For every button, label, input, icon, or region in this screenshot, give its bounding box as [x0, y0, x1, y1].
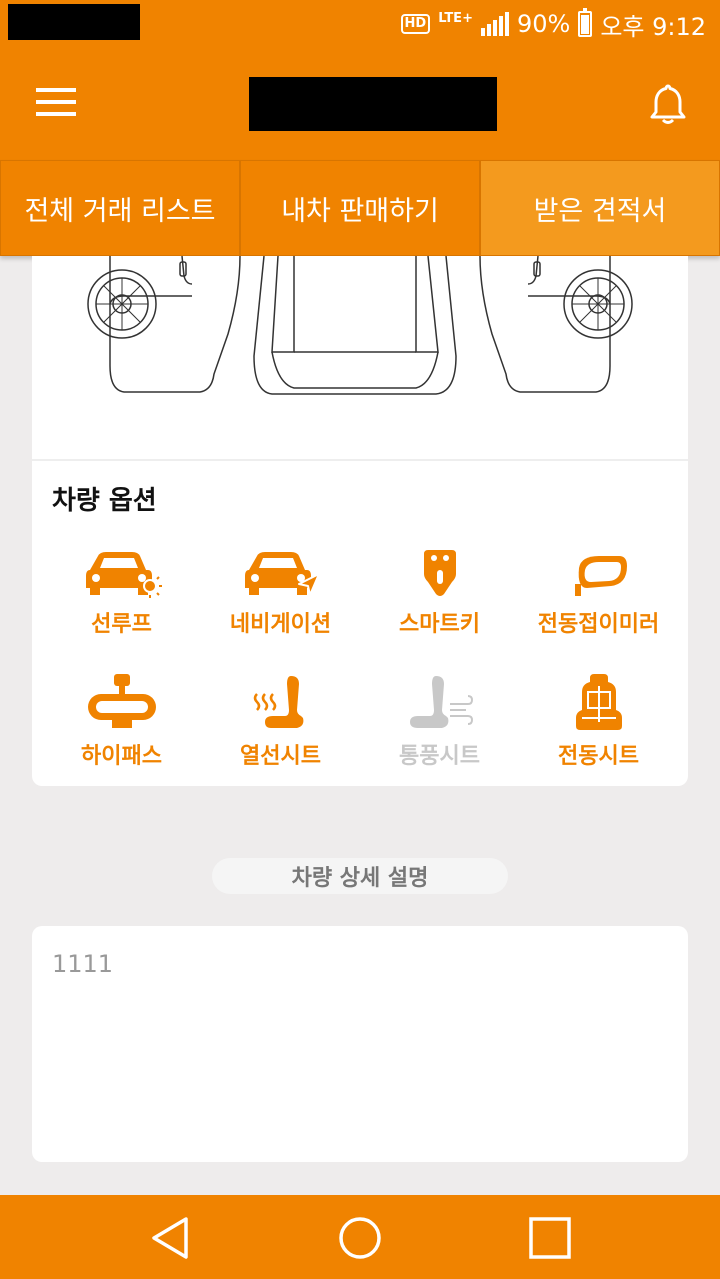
lte-icon: LTE+	[438, 10, 473, 26]
power-seat-icon	[575, 674, 622, 730]
option-label: 스마트키	[399, 612, 480, 637]
hipass-icon	[87, 674, 156, 728]
option-smart-key[interactable]: 스마트키	[360, 536, 519, 638]
sunroof-icon	[85, 552, 162, 598]
option-label: 하이패스	[81, 744, 162, 769]
system-nav-bar	[0, 1195, 720, 1279]
bell-icon[interactable]	[646, 82, 690, 126]
ventilated-seat-icon	[409, 676, 473, 728]
redacted-notification-area	[8, 4, 140, 40]
tab-bar: 전체 거래 리스트 내차 판매하기 받은 견적서	[0, 160, 720, 256]
option-hipass[interactable]: 하이패스	[42, 668, 201, 770]
smart-key-icon	[423, 550, 456, 596]
home-icon[interactable]	[337, 1215, 383, 1261]
description-title: 차량 상세 설명	[212, 858, 508, 894]
hd-voice-icon: HD	[400, 14, 431, 34]
status-indicators: HD LTE+ 90% 오후 9:12	[400, 6, 706, 42]
option-label: 통풍시트	[399, 744, 480, 769]
battery-icon	[578, 8, 593, 37]
option-label: 네비게이션	[229, 612, 332, 637]
option-label: 선루프	[91, 612, 152, 637]
app-bar	[0, 48, 720, 160]
car-damage-diagram	[87, 256, 633, 395]
navigation-icon	[244, 552, 320, 596]
options-grid: 선루프 네비게이션 스마트키 전동접이미러 하이패스 열선시트 통풍시트 전동시…	[42, 536, 678, 770]
car-right-side-diagram	[479, 256, 633, 393]
battery-percent: 90%	[516, 10, 571, 38]
clock: 오후 9:12	[600, 12, 706, 41]
vehicle-card: 차량 옵션 선루프 네비게이션 스마트키 전동접이미러 하이패스 열선시트 통풍…	[32, 256, 688, 786]
back-icon[interactable]	[148, 1215, 194, 1261]
option-heated-seat[interactable]: 열선시트	[201, 668, 360, 770]
tab-all-trades[interactable]: 전체 거래 리스트	[0, 160, 240, 256]
signal-icon	[480, 12, 509, 36]
car-top-view-diagram	[253, 256, 457, 395]
option-navigation[interactable]: 네비게이션	[201, 536, 360, 638]
option-sunroof[interactable]: 선루프	[42, 536, 201, 638]
heated-seat-icon	[253, 676, 303, 728]
car-left-side-diagram	[87, 256, 241, 393]
option-label: 전동시트	[558, 744, 639, 769]
description-text: 1111	[52, 950, 114, 978]
status-bar: HD LTE+ 90% 오후 9:12	[0, 0, 720, 48]
option-power-seat[interactable]: 전동시트	[519, 668, 678, 770]
section-divider	[32, 459, 688, 461]
tab-sell-my-car[interactable]: 내차 판매하기	[240, 160, 480, 256]
option-folding-mirror[interactable]: 전동접이미러	[519, 536, 678, 638]
option-label: 열선시트	[240, 744, 321, 769]
description-card: 1111	[32, 926, 688, 1162]
option-ventilated-seat[interactable]: 통풍시트	[360, 668, 519, 770]
redacted-app-title	[249, 77, 497, 131]
options-title: 차량 옵션	[52, 486, 157, 516]
option-label: 전동접이미러	[537, 612, 660, 637]
folding-mirror-icon	[574, 556, 627, 596]
recent-apps-icon[interactable]	[527, 1215, 573, 1261]
tab-received-quotes[interactable]: 받은 견적서	[480, 160, 720, 256]
menu-icon[interactable]	[34, 84, 78, 120]
